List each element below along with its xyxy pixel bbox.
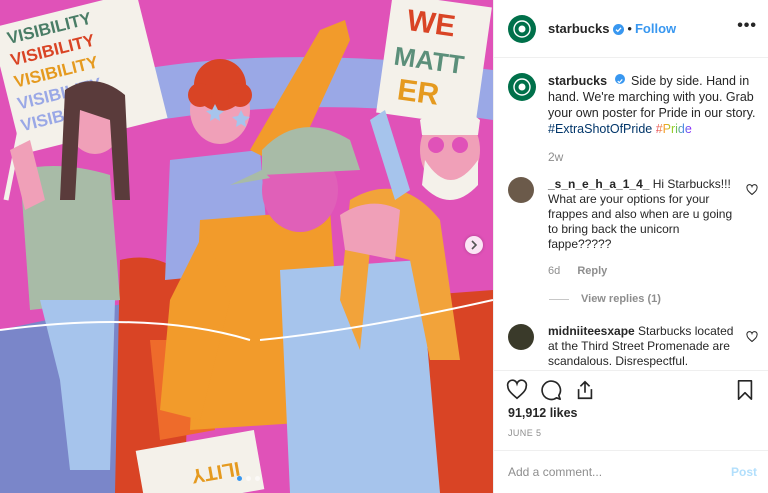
bookmark-icon[interactable] xyxy=(734,379,756,401)
view-replies-label: View replies (1) xyxy=(581,293,661,305)
heart-icon[interactable] xyxy=(746,184,758,196)
caption-timestamp[interactable]: 2w xyxy=(548,149,758,165)
hashtag-link[interactable]: #Pride xyxy=(656,122,692,136)
likes-count[interactable]: 91,912 likes xyxy=(508,406,578,420)
comment-timestamp[interactable]: 6d xyxy=(548,265,560,277)
instagram-post: VISIBILITY VISIBILITY VISIBILITY VISIBIL… xyxy=(0,0,768,493)
account-avatar[interactable] xyxy=(508,14,536,43)
verified-badge-icon xyxy=(614,74,625,84)
reply-button[interactable]: Reply xyxy=(577,265,607,277)
verified-badge-icon xyxy=(613,24,625,35)
share-icon[interactable] xyxy=(574,379,596,401)
carousel-dot xyxy=(246,476,251,481)
starbucks-logo-icon xyxy=(513,78,531,96)
add-comment-input[interactable] xyxy=(508,465,708,479)
account-username[interactable]: starbucks xyxy=(548,21,609,36)
heart-icon[interactable] xyxy=(746,331,758,343)
replies-divider xyxy=(549,298,569,300)
post-comment-button[interactable]: Post xyxy=(731,465,757,479)
post-date[interactable]: JUNE 5 xyxy=(508,428,541,438)
we-matter-sign: WE MATT ER xyxy=(376,0,492,127)
post-caption: starbucks Side by side. Hand in hand. We… xyxy=(508,73,758,165)
post-image[interactable]: VISIBILITY VISIBILITY VISIBILITY VISIBIL… xyxy=(0,0,493,493)
hashtag-link[interactable]: #ExtraShotOfPride xyxy=(548,122,652,136)
heart-icon[interactable] xyxy=(506,379,528,401)
next-slide-button[interactable] xyxy=(465,236,483,254)
sign-right-line: ER xyxy=(395,73,441,112)
chevron-right-icon xyxy=(471,240,478,250)
follow-button[interactable]: Follow xyxy=(635,21,676,36)
post-sidebar: starbucks • Follow ••• starbucks Side by… xyxy=(493,0,768,493)
carousel-dot-active xyxy=(237,476,242,481)
starbucks-logo-icon xyxy=(513,19,531,38)
header-separator: • xyxy=(627,21,632,36)
caption-avatar[interactable] xyxy=(508,73,536,101)
more-options-icon[interactable]: ••• xyxy=(737,18,757,34)
post-header: starbucks • Follow ••• xyxy=(494,0,768,58)
pride-march-illustration: VISIBILITY VISIBILITY VISIBILITY VISIBIL… xyxy=(0,0,493,493)
sign-right-line: WE xyxy=(405,4,457,43)
caption-username[interactable]: starbucks xyxy=(548,74,607,88)
comment-item: midniiteesxape Starbucks located at the … xyxy=(508,324,758,369)
commenter-avatar[interactable] xyxy=(508,177,534,203)
add-comment-bar: Post xyxy=(494,450,768,493)
action-bar xyxy=(494,370,768,410)
comments-list[interactable]: starbucks Side by side. Hand in hand. We… xyxy=(494,59,768,370)
carousel-indicator xyxy=(237,476,260,481)
comment-username[interactable]: midniiteesxape xyxy=(548,324,635,338)
comment-icon[interactable] xyxy=(540,379,562,401)
comment-item: _s_n_e_h_a_1_4_ Hi Starbucks!!! What are… xyxy=(508,177,758,279)
comment-username[interactable]: _s_n_e_h_a_1_4_ xyxy=(548,177,649,191)
view-replies-button[interactable]: View replies (1) xyxy=(549,293,661,305)
carousel-dot xyxy=(255,476,260,481)
commenter-avatar[interactable] xyxy=(508,324,534,350)
